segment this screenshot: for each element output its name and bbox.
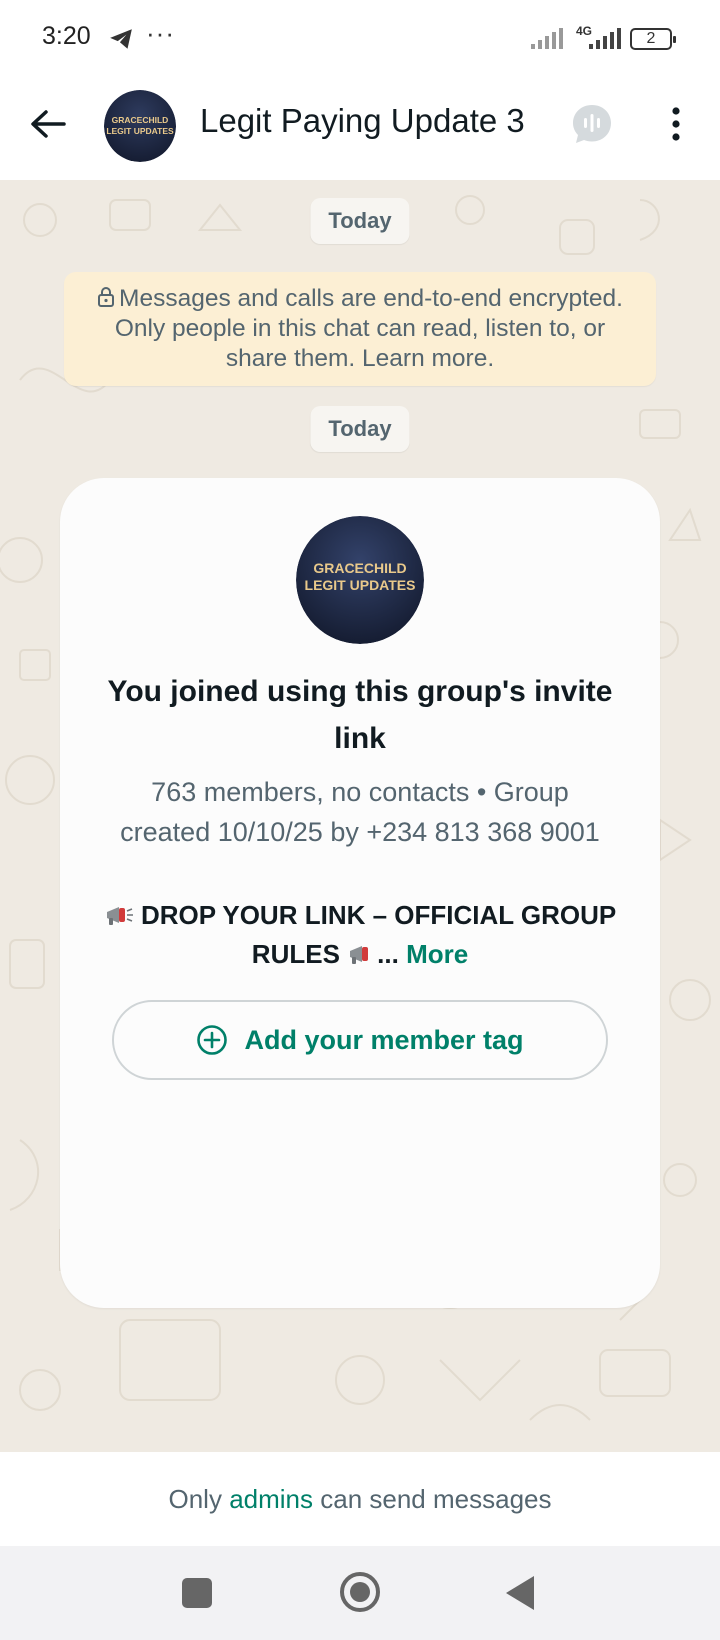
- group-description: DROP YOUR LINK – OFFICIAL GROUP RULES ..…: [100, 896, 620, 974]
- telegram-icon: [110, 29, 132, 49]
- group-info-card: GRACECHILD LEGIT UPDATES You joined usin…: [60, 478, 660, 1308]
- encryption-notice-text: Messages and calls are end-to-end encryp…: [114, 285, 623, 372]
- date-pill: Today: [310, 406, 410, 452]
- chat-title[interactable]: Legit Paying Update 3: [200, 102, 525, 140]
- overflow-dots: ···: [146, 18, 175, 48]
- status-time: 3:20: [42, 22, 91, 50]
- voice-chat-icon[interactable]: [568, 100, 616, 148]
- more-vert-icon[interactable]: [666, 104, 686, 144]
- lock-icon: [98, 287, 115, 307]
- encryption-notice[interactable]: Messages and calls are end-to-end encryp…: [64, 272, 656, 386]
- avatar-text-2: LEGIT UPDATES: [106, 126, 174, 136]
- chat-header: GRACECHILD LEGIT UPDATES Legit Paying Up…: [0, 78, 720, 180]
- add-member-tag-label: Add your member tag: [244, 1024, 524, 1055]
- megaphone-icon: [106, 907, 133, 925]
- group-avatar[interactable]: GRACECHILD LEGIT UPDATES: [104, 90, 176, 162]
- description-ellipsis: ...: [377, 939, 399, 969]
- home-button[interactable]: [340, 1572, 380, 1612]
- recents-button[interactable]: [182, 1578, 212, 1608]
- date-pill: Today: [310, 198, 410, 244]
- admin-only-notice: Only admins can send messages: [0, 1452, 720, 1546]
- chat-area[interactable]: Today Messages and calls are end-to-end …: [0, 180, 720, 1452]
- admin-notice-suffix: can send messages: [313, 1484, 552, 1514]
- avatar-text-1: GRACECHILD: [112, 115, 169, 125]
- avatar-text-2: LEGIT UPDATES: [305, 577, 416, 593]
- back-button[interactable]: [506, 1576, 534, 1610]
- battery-icon: 2: [630, 28, 676, 50]
- more-link[interactable]: More: [406, 939, 468, 969]
- group-logo-icon: GRACECHILD LEGIT UPDATES: [104, 90, 176, 162]
- group-meta[interactable]: 763 members, no contacts • Group created…: [120, 772, 600, 852]
- signal-icon: [589, 28, 621, 49]
- group-logo-icon: GRACECHILD LEGIT UPDATES: [296, 516, 424, 644]
- add-circle-icon: [197, 1025, 228, 1055]
- group-avatar-large[interactable]: GRACECHILD LEGIT UPDATES: [296, 516, 424, 644]
- add-member-tag-button[interactable]: Add your member tag: [112, 1000, 608, 1080]
- admin-notice-prefix: Only: [168, 1484, 230, 1514]
- joined-via-invite-title: You joined using this group's invite lin…: [107, 675, 613, 755]
- back-arrow-icon[interactable]: [28, 104, 68, 144]
- status-bar: 3:20 ··· 4G 2: [0, 0, 720, 78]
- system-nav-bar: [0, 1546, 720, 1640]
- admins-link[interactable]: admins: [229, 1484, 313, 1514]
- megaphone-icon: [350, 946, 369, 964]
- avatar-text-1: GRACECHILD: [313, 560, 406, 576]
- signal-icon: [531, 28, 563, 49]
